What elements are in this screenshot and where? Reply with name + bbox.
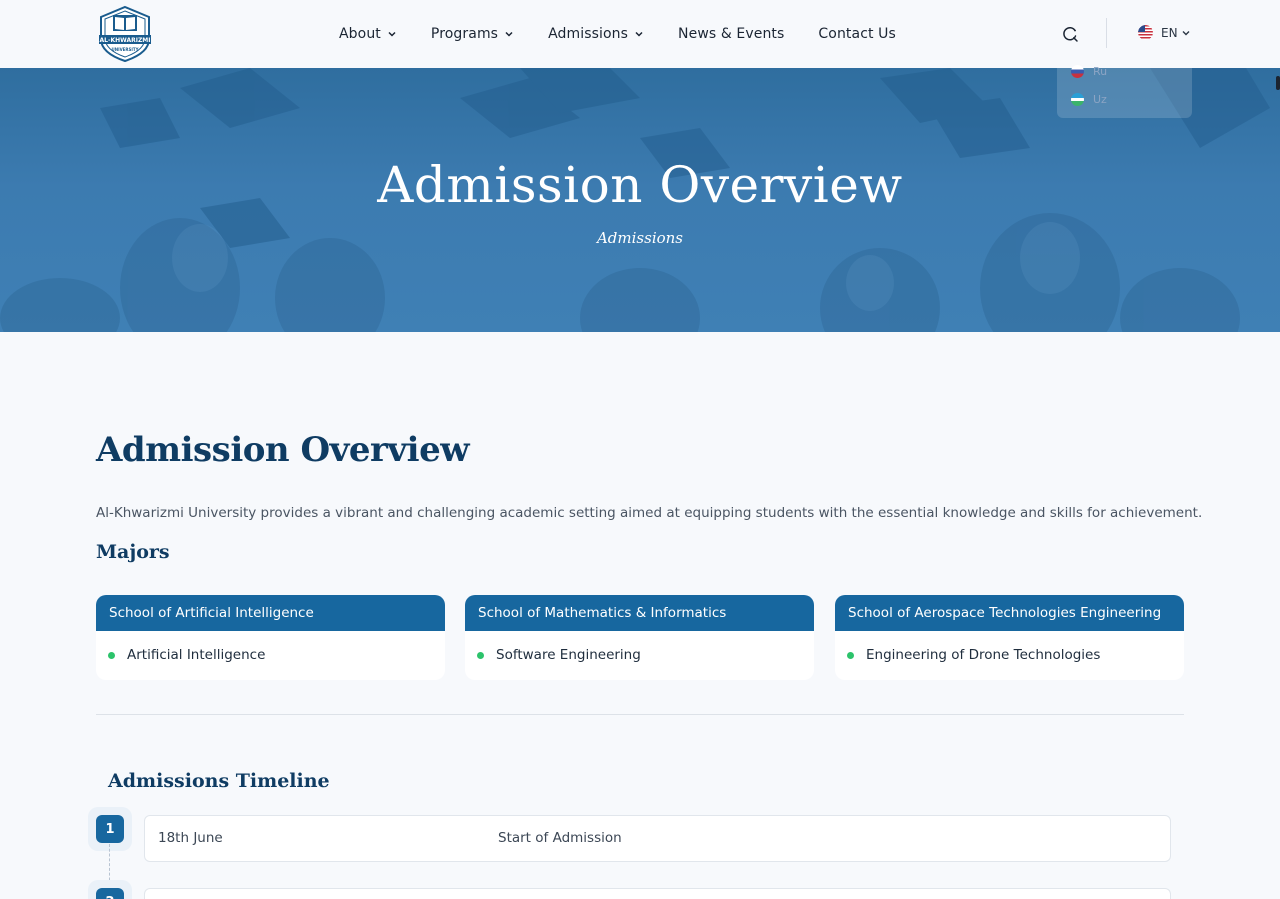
chevron-down-icon xyxy=(635,31,643,37)
nav-label: Admissions xyxy=(548,26,629,42)
us-flag-icon xyxy=(1138,25,1153,40)
main-nav: About Programs Admissions News & Events … xyxy=(339,0,930,68)
hero-title: Admission Overview xyxy=(377,156,903,214)
language-option-label: Uz xyxy=(1093,93,1107,106)
nav-label: Programs xyxy=(430,26,499,42)
header-divider xyxy=(1106,18,1107,48)
major-card-aerospace: School of Aerospace Technologies Enginee… xyxy=(835,595,1184,680)
intro-text: Al-Khwarizmi University provides a vibra… xyxy=(96,505,1203,521)
nav-news-events[interactable]: News & Events xyxy=(678,26,784,42)
uzbekistan-flag-icon xyxy=(1071,93,1084,106)
timeline-date: 18th June xyxy=(158,830,223,846)
major-card-title: School of Mathematics & Informatics xyxy=(465,595,814,631)
nav-label: Contact Us xyxy=(818,26,896,42)
language-dropdown: Ru Uz xyxy=(1057,65,1192,118)
major-item-label: Software Engineering xyxy=(496,647,641,663)
major-item: Software Engineering xyxy=(477,647,641,663)
hero-breadcrumb[interactable]: Admissions xyxy=(0,229,1280,247)
bullet-icon xyxy=(477,651,484,659)
timeline-heading: Admissions Timeline xyxy=(108,770,330,792)
nav-contact-us[interactable]: Contact Us xyxy=(818,26,895,42)
major-card-title: School of Artificial Intelligence xyxy=(96,595,445,631)
timeline-row xyxy=(144,888,1171,899)
nav-programs[interactable]: Programs xyxy=(431,26,514,42)
russia-flag-icon xyxy=(1071,65,1084,78)
majors-heading: Majors xyxy=(96,541,170,563)
major-item: Engineering of Drone Technologies xyxy=(847,647,1100,663)
site-header: AL-KHWARIZMI UNIVERSITY About Programs A… xyxy=(0,0,1280,68)
scrollbar-thumb[interactable] xyxy=(1276,76,1280,90)
bullet-icon xyxy=(847,651,854,659)
major-card-ai: School of Artificial Intelligence Artifi… xyxy=(96,595,445,680)
chevron-down-icon xyxy=(388,31,396,37)
timeline-step-number: 2 xyxy=(96,888,124,899)
chevron-down-icon xyxy=(1182,30,1190,35)
logo-text: AL-KHWARIZMI xyxy=(99,37,150,44)
university-logo[interactable]: AL-KHWARIZMI UNIVERSITY xyxy=(96,5,154,63)
chevron-down-icon xyxy=(505,31,513,37)
nav-admissions[interactable]: Admissions xyxy=(548,26,644,42)
page-title: Admission Overview xyxy=(96,430,469,470)
major-item-label: Engineering of Drone Technologies xyxy=(866,647,1101,663)
search-button[interactable] xyxy=(1060,24,1080,44)
nav-about[interactable]: About xyxy=(339,26,397,42)
nav-label: News & Events xyxy=(678,26,785,42)
search-icon xyxy=(1063,26,1078,42)
language-option-ru[interactable]: Ru xyxy=(1071,65,1107,78)
timeline-event: Start of Admission xyxy=(498,830,622,846)
nav-label: About xyxy=(339,26,381,42)
timeline-step-number: 1 xyxy=(96,815,124,843)
section-divider xyxy=(96,714,1184,715)
language-selector[interactable]: EN xyxy=(1138,25,1191,40)
logo-subtext: UNIVERSITY xyxy=(112,47,139,52)
language-option-label: Ru xyxy=(1093,65,1108,78)
timeline-row: 18th June Start of Admission xyxy=(144,815,1171,862)
language-current: EN xyxy=(1161,25,1178,40)
major-item: Artificial Intelligence xyxy=(108,647,265,663)
bullet-icon xyxy=(108,651,115,659)
language-option-uz[interactable]: Uz xyxy=(1071,93,1107,106)
major-card-math: School of Mathematics & Informatics Soft… xyxy=(465,595,814,680)
major-card-title: School of Aerospace Technologies Enginee… xyxy=(835,595,1184,631)
major-item-label: Artificial Intelligence xyxy=(127,647,266,663)
